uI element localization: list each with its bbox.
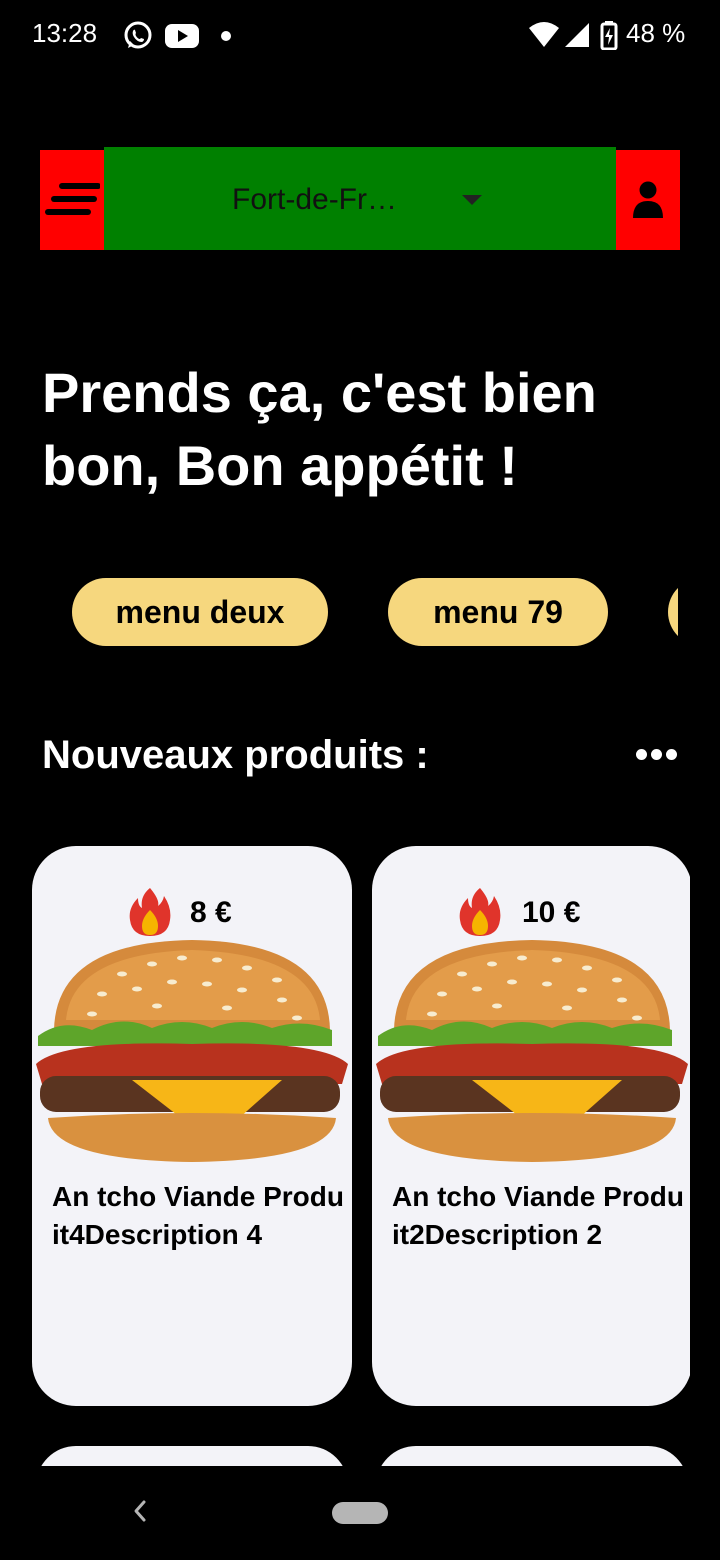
product-image [376,940,688,1162]
battery-percentage: 48 % [626,18,686,48]
product-price: 8 € [190,896,232,929]
product-image [36,940,348,1162]
status-time: 13:28 [32,18,98,48]
product-card[interactable]: 10 € An tcho Viande Produit2Description … [372,846,690,1406]
youtube-icon [165,24,199,48]
notification-dot-icon [221,31,231,41]
home-pill[interactable] [332,1502,388,1524]
fire-icon [129,888,171,936]
section-title: Nouveaux produits : [42,733,429,777]
hamburger-icon [45,183,100,215]
signal-icon [565,23,589,47]
product-card-partial[interactable] [36,1446,348,1466]
app-header: Fort-de-Fr… [40,147,680,250]
location-label: Fort-de-Fr… [232,183,397,216]
back-icon[interactable] [128,1496,150,1526]
product-list: 8 € An tcho Viande Produit4Description 4… [0,846,690,1466]
wifi-icon [529,22,559,47]
product-title: An tcho Viande Produit4Description 4 [52,1181,344,1250]
menu-chip[interactable] [668,578,678,646]
fire-icon [459,888,501,936]
location-selector[interactable]: Fort-de-Fr… [104,147,616,250]
product-card[interactable]: 8 € An tcho Viande Produit4Description 4 [32,846,352,1406]
user-icon [633,181,663,218]
system-nav-bar [0,1466,720,1560]
more-options-icon[interactable] [636,744,680,764]
menu-chip[interactable]: menu 79 [388,578,608,646]
status-bar: 13:28 48 % [0,0,720,72]
product-price: 10 € [522,896,581,929]
whatsapp-icon [124,21,152,49]
headline: Prends ça, c'est bien bon, Bon appétit ! [42,361,597,497]
menu-button[interactable] [40,150,104,250]
menu-chip[interactable]: menu deux [72,578,328,646]
menu-chip-list: menu deux menu 79 [0,578,678,648]
battery-charging-icon [600,21,618,50]
product-title: An tcho Viande Produit2Description 2 [392,1181,684,1250]
profile-button[interactable] [616,150,680,250]
product-card-partial[interactable] [376,1446,688,1466]
dropdown-caret-icon [462,195,482,205]
